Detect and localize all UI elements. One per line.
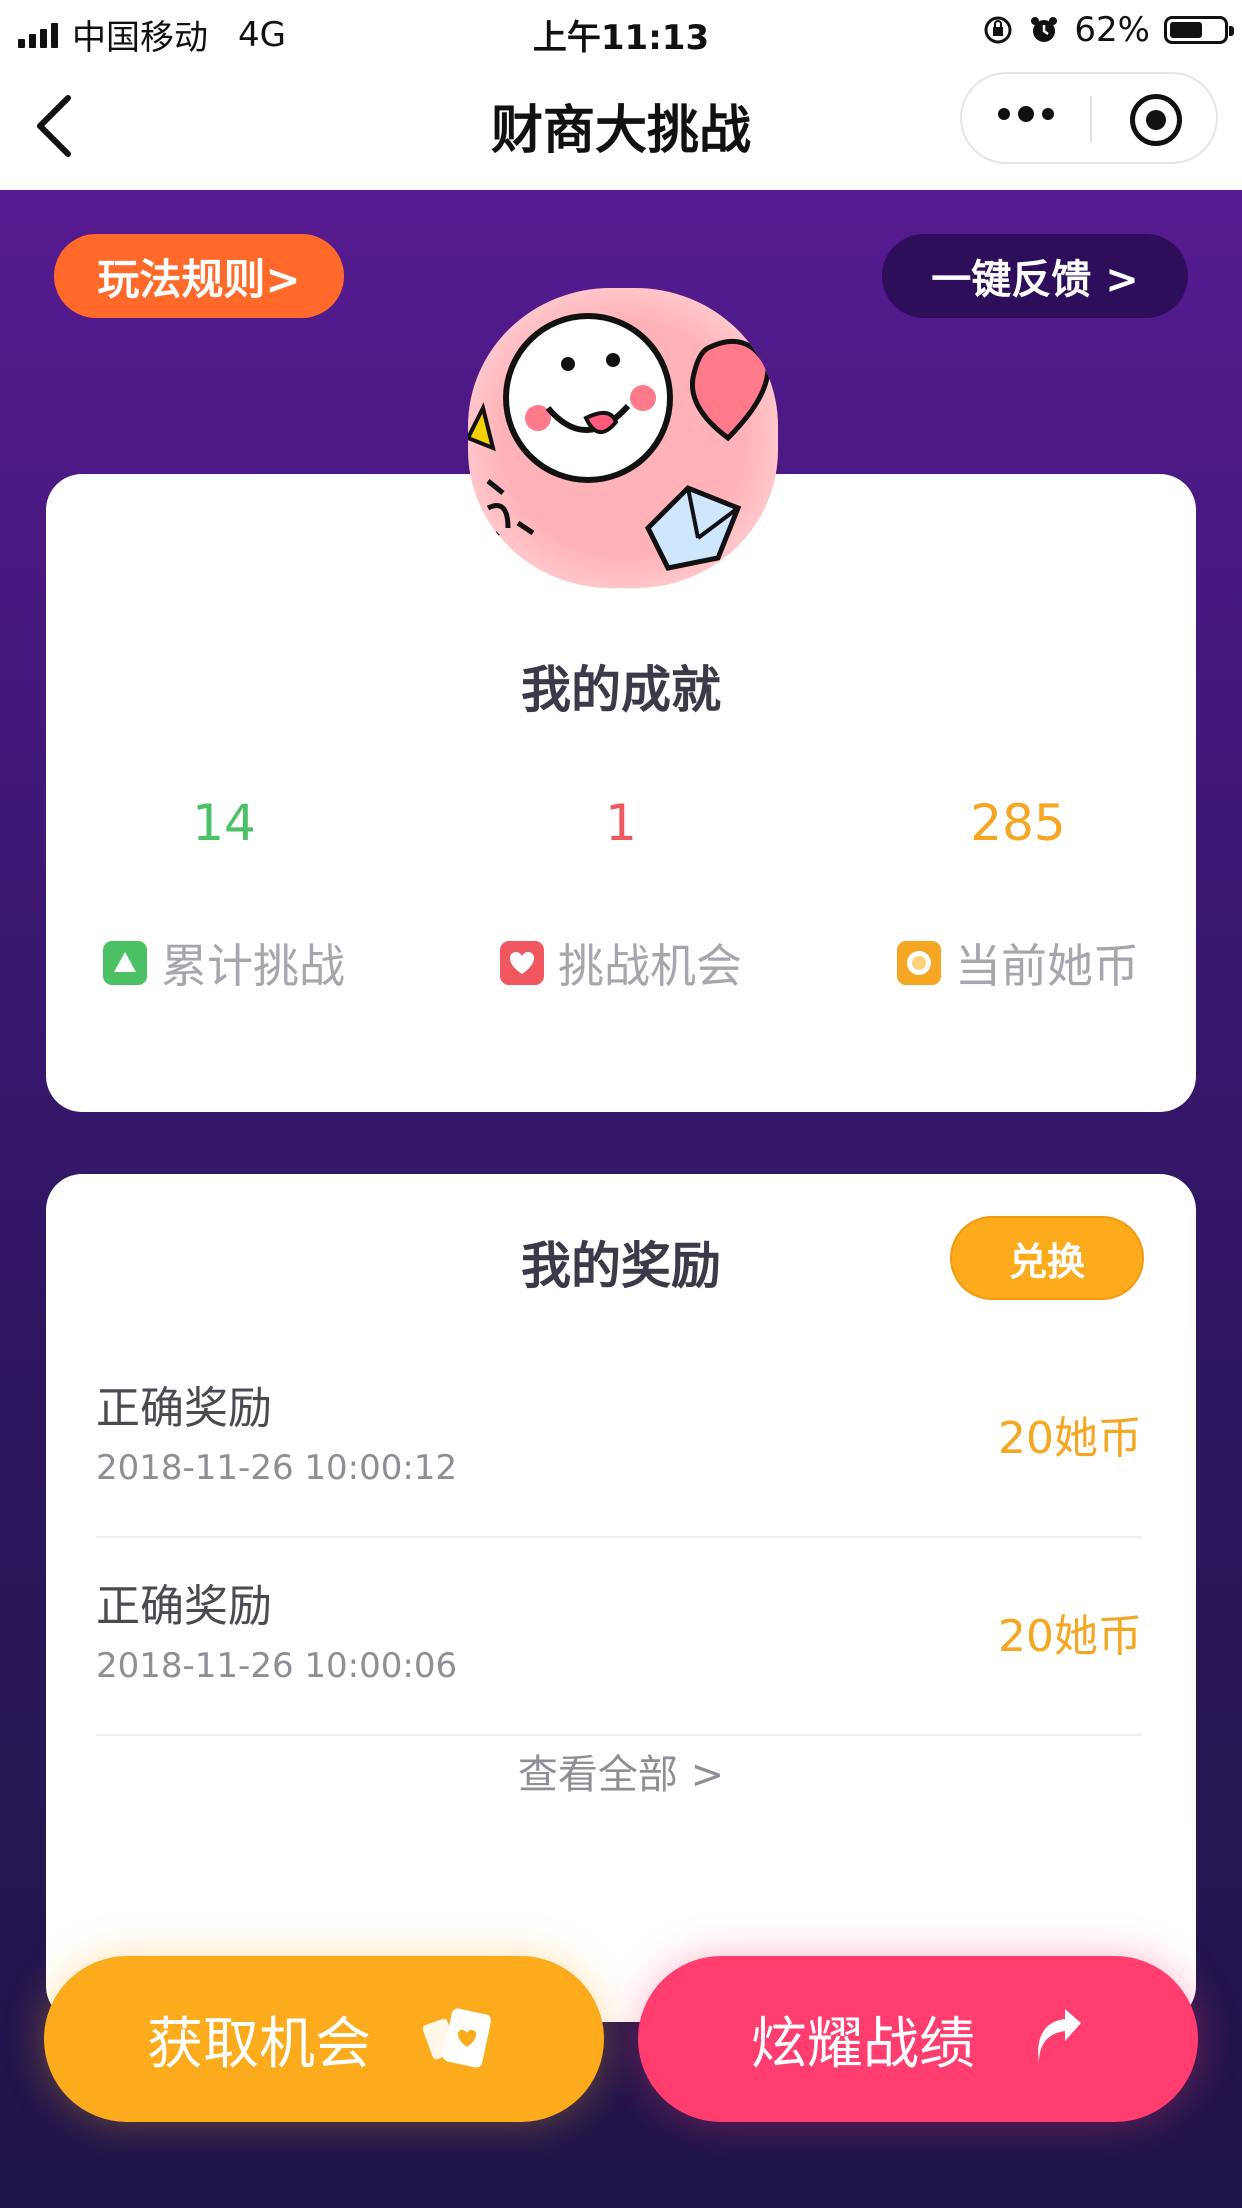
- stat-value: 1: [605, 794, 637, 852]
- show-off-label: 炫耀战绩: [751, 2011, 975, 2077]
- share-arrow-icon: [1038, 2009, 1081, 2063]
- exchange-button[interactable]: 兑换: [950, 1216, 1144, 1300]
- reward-time: 2018-11-26 10:00:06: [96, 1646, 458, 1686]
- triangle-icon: [103, 941, 147, 985]
- nav-bar: 财商大挑战: [0, 62, 1242, 190]
- stat-label-text: 当前她币: [955, 939, 1139, 993]
- reward-name: 正确奖励: [96, 1383, 272, 1434]
- reward-amount: 20她币: [998, 1413, 1142, 1464]
- status-right: 62%: [982, 10, 1234, 50]
- capsule-divider: [1090, 96, 1092, 142]
- heart-icon: [500, 941, 544, 985]
- stat-coins: 285 当前她币: [840, 794, 1196, 993]
- status-bar: 中国移动 4G 上午11:13 62%: [0, 0, 1242, 62]
- stat-total-challenges: 14 累计挑战: [46, 794, 402, 993]
- more-dots-icon[interactable]: [998, 106, 1054, 122]
- stat-value: 14: [192, 794, 256, 852]
- reward-row[interactable]: 正确奖励 2018-11-26 10:00:12 20她币: [96, 1338, 1142, 1538]
- get-chance-button[interactable]: 获取机会: [44, 1956, 604, 2122]
- achievements-title: 我的成就: [521, 661, 721, 719]
- stat-label: 当前她币: [840, 930, 1196, 996]
- coin-icon: [897, 941, 941, 985]
- stat-value: 285: [970, 794, 1066, 852]
- main-area: 玩法规则> 一键反馈 > 我的成就 14 累计挑战 1 挑战机会 285 当前她…: [0, 190, 1242, 2208]
- mini-program-capsule: [960, 72, 1218, 164]
- battery-icon: [1164, 16, 1234, 44]
- stat-label-text: 挑战机会: [558, 939, 742, 993]
- reward-amount: 20她币: [998, 1611, 1142, 1662]
- battery-percent: 62%: [1074, 10, 1150, 50]
- reward-row[interactable]: 正确奖励 2018-11-26 10:00:06 20她币: [96, 1536, 1142, 1736]
- rewards-card: 我的奖励 兑换 正确奖励 2018-11-26 10:00:12 20她币 正确…: [46, 1174, 1196, 2022]
- stat-label: 挑战机会: [443, 930, 799, 996]
- stat-chances: 1 挑战机会: [443, 794, 799, 993]
- battery-fill: [1170, 22, 1203, 38]
- feedback-button[interactable]: 一键反馈 >: [882, 234, 1188, 318]
- cards-icon: [422, 2008, 492, 2068]
- alarm-icon: [1028, 14, 1060, 46]
- target-close-icon[interactable]: [1130, 94, 1182, 146]
- stat-label: 累计挑战: [46, 930, 402, 996]
- view-all-link[interactable]: 查看全部 >: [46, 1742, 1196, 1800]
- rules-button[interactable]: 玩法规则>: [54, 234, 344, 318]
- stat-label-text: 累计挑战: [161, 939, 345, 993]
- reward-time: 2018-11-26 10:00:12: [96, 1448, 458, 1488]
- show-off-button[interactable]: 炫耀战绩: [638, 1956, 1198, 2122]
- rotation-lock-icon: [982, 14, 1014, 46]
- get-chance-label: 获取机会: [147, 2011, 371, 2077]
- reward-name: 正确奖励: [96, 1581, 272, 1632]
- avatar: [468, 288, 778, 588]
